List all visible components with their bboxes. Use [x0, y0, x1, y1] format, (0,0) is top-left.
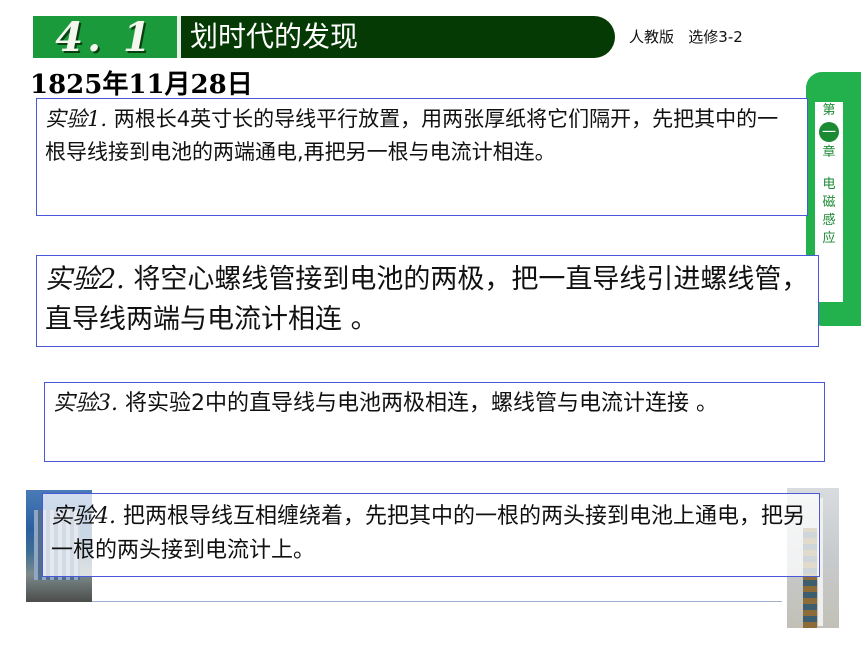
- footer-divider: [92, 601, 782, 602]
- chapter-char: 第: [822, 103, 836, 118]
- experiment-2-label: 实验2.: [45, 264, 125, 295]
- header-divider: [177, 16, 181, 58]
- chapter-title-char: 感: [822, 213, 836, 228]
- section-number: 4. 1: [33, 14, 177, 61]
- experiment-3-text: 将实验2中的直导线与电池两极相连，螺线管与电流计连接 。: [118, 391, 718, 416]
- experiment-1-text: 两根长4英寸长的导线平行放置，用两张厚纸将它们隔开，先把其中的一根导线接到电池的…: [45, 107, 779, 164]
- edition-label: 人教版 选修3-2: [629, 28, 743, 46]
- experiment-1-label: 实验1.: [45, 107, 108, 131]
- experiment-2-text: 将空心螺线管接到电池的两极，把一直导线引进螺线管，直导线两端与电流计相连 。: [45, 264, 809, 335]
- experiment-3-box: 实验3. 将实验2中的直导线与电池两极相连，螺线管与电流计连接 。: [44, 382, 825, 462]
- chapter-number-badge: 一: [819, 122, 839, 142]
- chapter-title-char: 应: [822, 231, 836, 246]
- chapter-char: 章: [822, 145, 836, 160]
- experiment-1-box: 实验1. 两根长4英寸长的导线平行放置，用两张厚纸将它们隔开，先把其中的一根导线…: [36, 98, 808, 216]
- experiment-3-label: 实验3.: [53, 391, 118, 416]
- experiment-4-text: 把两根导线互相缠绕着，先把其中的一根的两头接到电池上通电，把另一根的两头接到电流…: [51, 504, 805, 563]
- section-title: 划时代的发现: [190, 20, 359, 53]
- date-heading: 1825年11月28日: [30, 70, 253, 100]
- chapter-title-char: 磁: [822, 195, 836, 210]
- experiment-4-box: 实验4. 把两根导线互相缠绕着，先把其中的一根的两头接到电池上通电，把另一根的两…: [42, 493, 820, 577]
- chapter-side-tab-label: 第 一 章 电 磁 感 应: [815, 102, 843, 302]
- chapter-title-char: 电: [822, 177, 836, 192]
- experiment-4-label: 实验4.: [51, 504, 116, 529]
- experiment-2-box: 实验2. 将空心螺线管接到电池的两极，把一直导线引进螺线管，直导线两端与电流计相…: [36, 255, 819, 347]
